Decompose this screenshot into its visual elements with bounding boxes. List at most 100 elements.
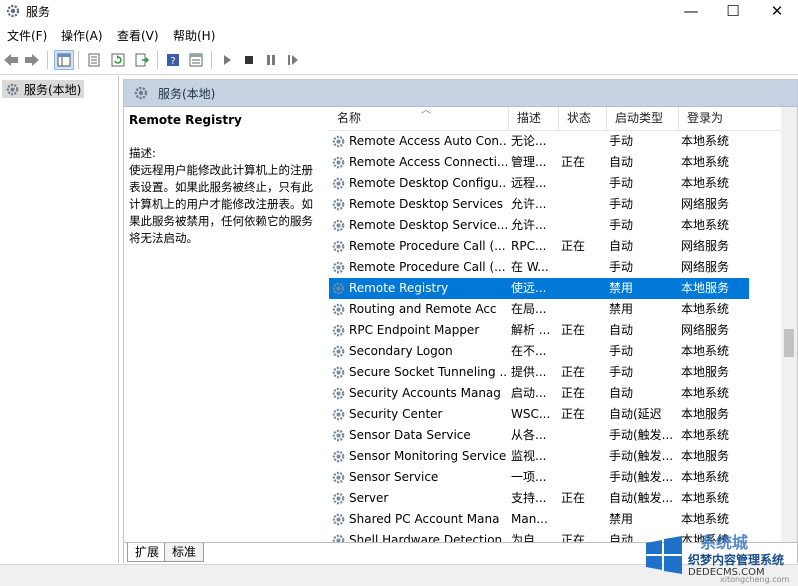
- service-logon-as: 本地服务: [681, 449, 730, 463]
- export-list-icon[interactable]: [133, 51, 151, 69]
- gear-icon: [331, 323, 346, 338]
- close-button[interactable]: ✕: [756, 0, 798, 24]
- service-startup-type: 手动: [609, 218, 634, 232]
- gear-icon: [331, 197, 346, 212]
- gear-icon: [331, 344, 346, 359]
- service-description: 在局...: [511, 302, 547, 316]
- pause-service-icon[interactable]: [262, 51, 280, 69]
- table-row[interactable]: Remote Desktop Service... 允许... 手动 本地系统: [329, 215, 749, 236]
- service-rows: Remote Access Auto Con... 无论... 手动 本地系统 Remo…: [329, 131, 781, 545]
- service-description: 提供...: [511, 365, 547, 379]
- service-logon-as: 本地系统: [681, 428, 730, 442]
- show-console-tree-icon[interactable]: [54, 50, 74, 70]
- tree-node-services-local[interactable]: 服务(本地): [2, 80, 85, 98]
- service-status: 正在: [561, 386, 586, 400]
- vertical-scrollbar[interactable]: [781, 107, 797, 545]
- service-name: Remote Access Auto Con...: [349, 134, 507, 148]
- service-status: [561, 509, 605, 530]
- service-description: 使远...: [511, 281, 547, 295]
- refresh-icon[interactable]: [109, 51, 127, 69]
- column-name[interactable]: 名称: [329, 107, 509, 130]
- table-row[interactable]: Secondary Logon 在不... 手动 本地系统: [329, 341, 749, 362]
- service-startup-type: 手动(触发...: [609, 470, 674, 484]
- menu-bar: 文件(F) 操作(A) 查看(V) 帮助(H): [0, 24, 798, 46]
- toolbar: ?: [0, 46, 798, 75]
- toolbar-separator: [47, 51, 48, 69]
- tab-extended[interactable]: 扩展: [127, 543, 168, 562]
- tab-standard[interactable]: 标准: [164, 543, 205, 562]
- table-row[interactable]: Security Center WSC... 正在 自动(延迟 本地服务: [329, 404, 749, 425]
- column-logon-as[interactable]: 登录为: [679, 107, 749, 130]
- forward-icon[interactable]: [23, 51, 41, 69]
- service-description: 在不...: [511, 344, 547, 358]
- service-name: Remote Desktop Service...: [349, 218, 507, 232]
- table-row[interactable]: Sensor Monitoring Service 监视... 手动(触发... 本地…: [329, 446, 749, 467]
- table-row[interactable]: Remote Access Auto Con... 无论... 手动 本地系统: [329, 131, 749, 152]
- table-row[interactable]: Secure Socket Tunneling ... 提供... 正在 手动 本地服务: [329, 362, 749, 383]
- service-description: 监视...: [511, 449, 547, 463]
- service-name: Remote Desktop Configu...: [349, 176, 507, 190]
- services-list: ︿ 名称 描述 状态 启动类型 登录为 Remote Access Auto C…: [329, 107, 781, 545]
- service-logon-as: 本地系统: [681, 386, 730, 400]
- table-row[interactable]: Remote Procedure Call (... RPC... 正在 自动 网络服务: [329, 236, 749, 257]
- service-startup-type: 手动(触发...: [609, 449, 674, 463]
- service-status: [561, 467, 605, 488]
- service-description: 无论...: [511, 134, 547, 148]
- table-row[interactable]: Remote Desktop Configu... 远程... 手动 本地系统: [329, 173, 749, 194]
- minimize-button[interactable]: —: [670, 0, 712, 24]
- service-status: [561, 194, 605, 215]
- table-row[interactable]: Remote Procedure Call (... 在 W... 手动 网络服务: [329, 257, 749, 278]
- help-icon[interactable]: ?: [164, 51, 182, 69]
- menu-file[interactable]: 文件(F): [7, 27, 47, 44]
- table-row[interactable]: Remote Desktop Services 允许... 手动 网络服务: [329, 194, 749, 215]
- service-status: [561, 425, 605, 446]
- stop-service-icon[interactable]: [240, 51, 258, 69]
- service-status: 正在: [561, 239, 586, 253]
- column-description[interactable]: 描述: [509, 107, 559, 130]
- service-name: Remote Procedure Call (...: [349, 260, 506, 274]
- maximize-button[interactable]: ☐: [712, 0, 754, 24]
- service-status: [561, 299, 605, 320]
- table-row[interactable]: Sensor Service 一项... 手动(触发... 本地系统: [329, 467, 749, 488]
- scrollbar-thumb[interactable]: [784, 329, 794, 357]
- services-app-icon: [6, 4, 20, 18]
- menu-action[interactable]: 操作(A): [61, 27, 103, 44]
- table-row[interactable]: Routing and Remote Acc 在局... 禁用 本地系统: [329, 299, 749, 320]
- table-row[interactable]: RPC Endpoint Mapper 解析 ... 正在 自动 网络服务: [329, 320, 749, 341]
- service-startup-type: 自动: [609, 386, 634, 400]
- start-service-icon[interactable]: [218, 51, 236, 69]
- service-logon-as: 本地系统: [681, 470, 730, 484]
- gear-icon: [331, 512, 346, 527]
- properties-icon[interactable]: [85, 51, 103, 69]
- service-status: [561, 131, 605, 152]
- menu-view[interactable]: 查看(V): [117, 27, 159, 44]
- service-logon-as: 本地服务: [681, 281, 730, 295]
- service-name: Sensor Service: [349, 470, 439, 484]
- table-row[interactable]: Sensor Data Service 从各... 手动(触发... 本地系统: [329, 425, 749, 446]
- table-row[interactable]: Server 支持... 正在 自动(触发... 本地系统: [329, 488, 749, 509]
- service-name: Remote Registry: [349, 281, 449, 295]
- restart-service-icon[interactable]: [284, 51, 302, 69]
- service-startup-type: 自动: [609, 323, 634, 337]
- service-status: [561, 173, 605, 194]
- back-icon[interactable]: [2, 51, 20, 69]
- service-status: 正在: [561, 323, 586, 337]
- menu-help[interactable]: 帮助(H): [173, 27, 215, 44]
- table-row[interactable]: Security Accounts Manag 启动... 正在 自动 本地系统: [329, 383, 749, 404]
- table-row[interactable]: Remote Access Connecti... 管理... 正在 自动 本地系统: [329, 152, 749, 173]
- service-logon-as: 本地系统: [681, 155, 730, 169]
- table-row[interactable]: Remote Registry 使远... 禁用 本地服务: [329, 278, 749, 299]
- service-logon-as: 网络服务: [681, 323, 730, 337]
- service-status: [561, 278, 605, 299]
- watermark-brand: 系统城: [700, 533, 749, 552]
- service-description: 允许...: [511, 218, 547, 232]
- service-startup-type: 自动(触发...: [609, 491, 674, 505]
- gear-icon: [331, 176, 346, 191]
- column-startup-type[interactable]: 启动类型: [607, 107, 679, 130]
- column-status[interactable]: 状态: [559, 107, 607, 130]
- service-startup-type: 手动: [609, 260, 634, 274]
- description-label: 描述:: [129, 146, 156, 160]
- view-details-icon[interactable]: [187, 51, 205, 69]
- service-description: Man...: [511, 512, 548, 526]
- service-status: [561, 446, 605, 467]
